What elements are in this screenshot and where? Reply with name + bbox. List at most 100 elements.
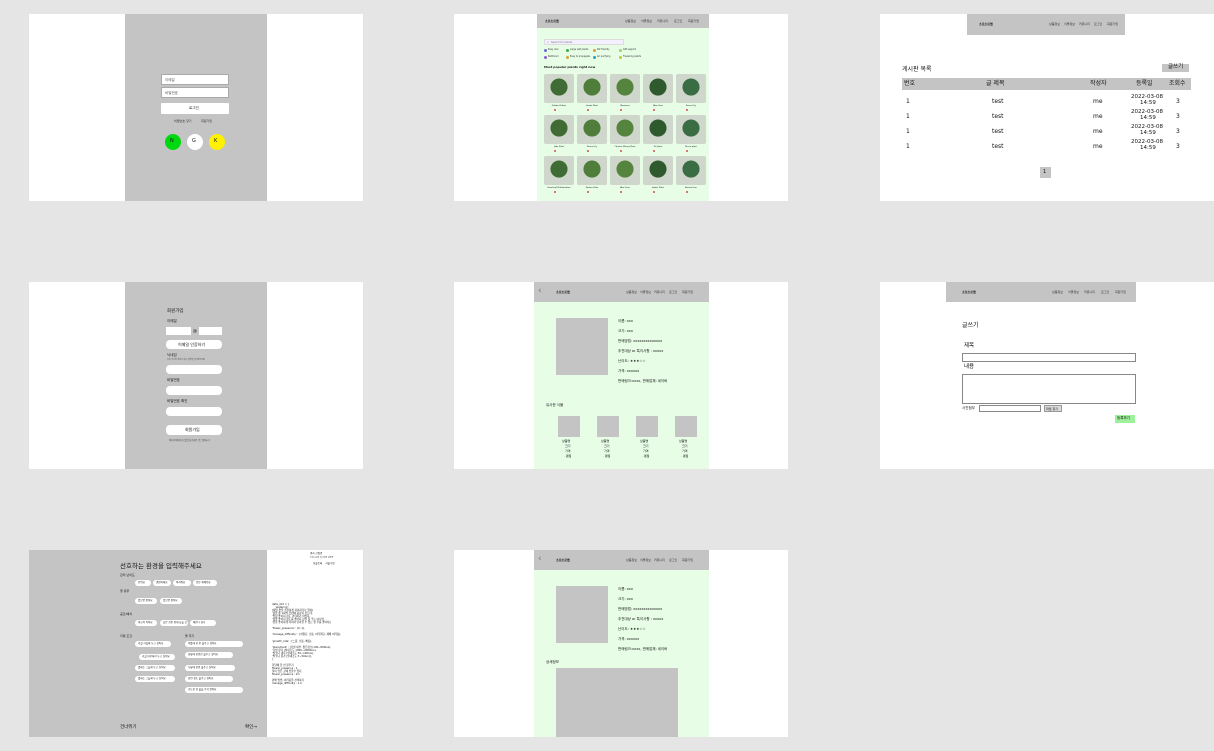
plant-card[interactable]: Boston Fern [676,156,706,194]
table-row[interactable]: 1 test me 2022-03-08 14:59 3 [902,109,1191,125]
nav-item[interactable]: 식물정보 [1064,22,1075,26]
password-field[interactable] [166,386,222,395]
plant-card[interactable]: ZZ plant [643,115,673,153]
content-textarea[interactable] [962,374,1136,404]
nickname-field[interactable] [166,365,222,374]
nav-item[interactable]: 커뮤니티 [1084,290,1095,294]
option-pill[interactable]: 어려워요 [173,580,191,586]
email-field[interactable]: 이메일 [161,74,229,85]
nav-item[interactable]: 로그인 [669,290,677,294]
nav-item[interactable]: 회원가입 [1107,22,1118,26]
nav-item[interactable]: 커뮤니티 [1079,22,1090,26]
option-pill[interactable]: 높은 선반 위에 놓을 곳 [160,620,188,626]
option-pill[interactable]: 베란다 창가 [190,620,216,626]
login-redirect-link[interactable]: 이미 아이디가 있으신가요? 로그인하기 [169,439,210,443]
brand-logo[interactable]: 초로초로맵 [962,290,976,294]
plant-card[interactable]: Heartleaf Philodendron [544,156,574,194]
nav-item[interactable]: 로그인 [669,558,677,562]
option-pill[interactable]: 없으면 좋아요 [160,598,182,604]
find-password-link[interactable]: 비밀번호 찾기 [174,120,192,123]
email-domain-field[interactable] [199,327,222,335]
back-icon[interactable]: ‹ [538,554,542,564]
option-pill[interactable]: 있으면 좋아요 [135,598,157,604]
option-pill[interactable]: 이틀에 한 번 물주고 싶어요 [185,641,243,647]
option-pill[interactable]: 볕에는 그늘에 두고 싶어요 [135,676,175,682]
option-pill[interactable]: 두달에 한번 물주고 싶어요 [185,665,235,671]
option-pill[interactable]: 볕에는 그늘에 두고 싶어요 [135,665,175,671]
similar-item[interactable]: 상품명 크기 가격 · 평점 [636,416,658,462]
nav-item[interactable]: 상품정보 [626,558,637,562]
plant-card[interactable]: Spider Plant [643,156,673,194]
option-pill[interactable]: 쉬워요 [135,580,151,586]
page-button[interactable]: 1 [1040,167,1051,178]
option-pill[interactable]: 가능한 한 물을 주지 않아요 [185,687,243,693]
brand-logo[interactable]: 초로초로맵 [556,558,570,562]
brand-logo[interactable]: 초로초로맵 [556,290,570,294]
plant-card[interactable]: Snake Plant [577,74,607,112]
option-pill[interactable]: 거실 내부에서 두고 싶어요 [139,654,175,660]
plant-card[interactable]: Aloe Vera [643,74,673,112]
search-input[interactable]: ⌕ Search for plants [544,39,624,45]
nav-item[interactable]: 커뮤니티 [657,19,668,23]
nav-item[interactable]: 회원가입 [688,19,699,23]
plant-card[interactable]: Parlour Palm [577,156,607,194]
plant-card[interactable]: Golden Pothos [544,74,574,112]
option-pill[interactable]: 비교적 작아요 [135,620,157,626]
table-row[interactable]: 1 test me 2022-03-08 14:59 3 [902,139,1191,155]
signup-submit-button[interactable]: 회원가입 [166,425,222,435]
plant-card[interactable]: Jade Plant [544,115,574,153]
similar-item[interactable]: 상품명 크기 가격 · 평점 [597,416,619,462]
plant-card[interactable]: Peace Lily [577,115,607,153]
kakao-login-button[interactable]: K [209,134,225,150]
nav-item[interactable]: 로그인 [1094,22,1102,26]
nav-item[interactable]: 회원가입 [682,290,693,294]
google-login-button[interactable]: G [187,134,203,150]
nav-item[interactable]: 로그인 [1101,290,1109,294]
nav-item[interactable]: 커뮤니티 [654,290,665,294]
nav-item[interactable]: 회원가입 [682,558,693,562]
similar-item[interactable]: 상품명 크기 가격 · 평점 [558,416,580,462]
skip-link[interactable]: 건너뛰기 [120,725,137,731]
password-field[interactable]: 비밀번호 [161,87,229,98]
submit-post-button[interactable]: 등록하기 [1115,415,1135,423]
nav-item[interactable]: 회원가입 [1115,290,1126,294]
login-button[interactable]: 로그인 [161,103,229,114]
nav-item[interactable]: 상품정보 [625,19,636,23]
top-right-note[interactable]: 식물등록 식물수정 [313,562,335,566]
plant-card[interactable]: Aloe Vera [610,156,640,194]
plant-card[interactable]: Monstera [610,74,640,112]
write-post-button[interactable]: 글쓰기 [1162,64,1189,72]
plant-card[interactable]: Nerve plant [676,115,706,153]
plant-card[interactable]: Peace Lily [676,74,706,112]
email-id-field[interactable] [166,327,191,335]
brand-logo[interactable]: 초로초로맵 [545,19,559,23]
attach-path-input[interactable] [979,405,1041,412]
nav-item[interactable]: 식물정보 [640,558,651,562]
plant-card[interactable]: Chinese Money Plant [610,115,640,153]
attach-file-button[interactable]: 파일 찾기 [1044,405,1062,412]
subject-input[interactable] [962,353,1136,362]
nav-item[interactable]: 상품정보 [626,290,637,294]
nav-item[interactable]: 식물정보 [1068,290,1079,294]
table-row[interactable]: 1 test me 2022-03-08 14:59 3 [902,94,1191,110]
nav-item[interactable]: 상품정보 [1049,22,1060,26]
nav-item[interactable]: 로그인 [674,19,682,23]
back-icon[interactable]: ‹ [538,286,542,296]
verify-email-button[interactable]: 이메일 인증하기 [166,340,222,349]
option-pill[interactable]: 전문 재배종류 [193,580,217,586]
nav-item[interactable]: 상품정보 [1052,290,1063,294]
naver-login-button[interactable]: N [165,134,181,150]
option-pill[interactable]: 한달에 한번만 물주고 싶어요 [185,652,233,658]
nav-item[interactable]: 식물정보 [641,19,652,23]
option-pill[interactable]: 한번 정도 물주고 싶어요 [185,676,233,682]
table-row[interactable]: 1 test me 2022-03-08 14:59 3 [902,124,1191,140]
similar-item[interactable]: 상품명 크기 가격 · 평점 [675,416,697,462]
signup-link[interactable]: 회원가입 [201,120,212,123]
nav-item[interactable]: 커뮤니티 [654,558,665,562]
nav-item[interactable]: 식물정보 [640,290,651,294]
option-pill[interactable]: 거실 거실에 두고 싶어요 [135,641,171,647]
option-pill[interactable]: 괜찮아해요 [153,580,171,586]
brand-logo[interactable]: 초로초로맵 [979,22,993,26]
next-link[interactable]: 확인→ [245,725,257,731]
password-confirm-field[interactable] [166,407,222,416]
